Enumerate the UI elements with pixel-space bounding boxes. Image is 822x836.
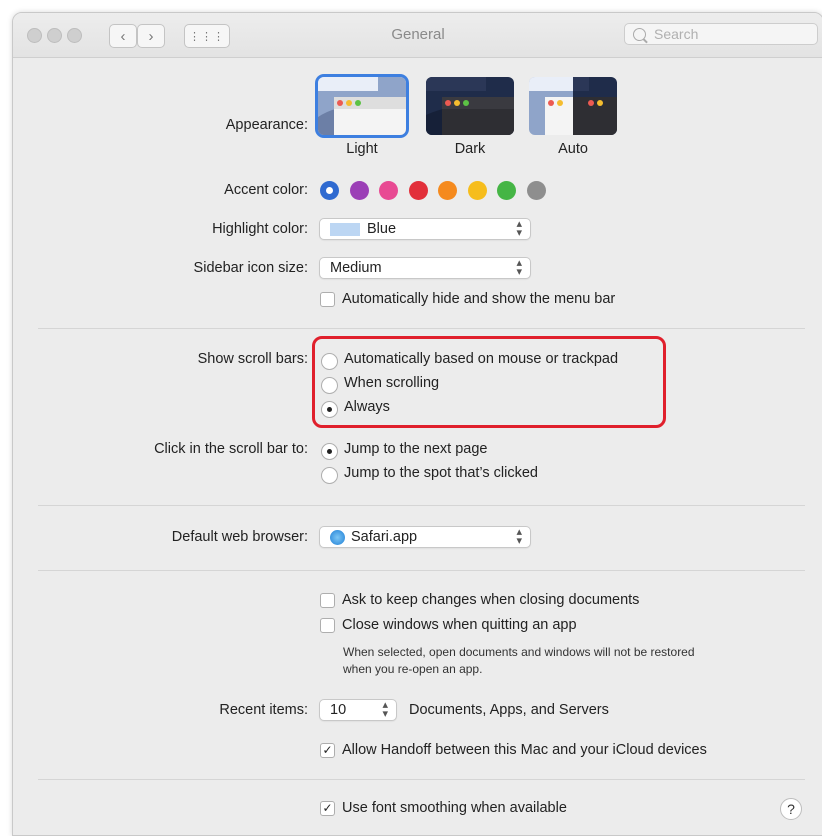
safari-icon bbox=[330, 529, 345, 545]
appearance-dark-thumbnail[interactable] bbox=[426, 77, 514, 135]
highlight-color-label: Highlight color: bbox=[212, 221, 308, 237]
appearance-auto-caption: Auto bbox=[558, 141, 588, 157]
popup-chevron-icon: ▴ ▾ bbox=[516, 526, 522, 547]
handoff-label: Allow Handoff between this Mac and your … bbox=[342, 742, 707, 758]
dark-appearance-preview bbox=[426, 77, 514, 135]
recent-items-suffix: Documents, Apps, and Servers bbox=[409, 702, 609, 718]
accent-swatch-0[interactable] bbox=[320, 181, 339, 200]
ask-keep-changes-checkbox[interactable] bbox=[320, 593, 335, 608]
popup-chevron-icon: ▴ ▾ bbox=[382, 699, 388, 720]
red-annotation-box bbox=[312, 336, 666, 428]
close-windows-checkbox[interactable] bbox=[320, 618, 335, 633]
title-bar: ‹ › ⋮⋮⋮ General Search bbox=[13, 13, 822, 58]
appearance-light-thumbnail[interactable] bbox=[318, 77, 406, 135]
highlight-swatch bbox=[330, 222, 360, 236]
jump-next-page-radio[interactable] bbox=[321, 443, 338, 460]
accent-swatch-3[interactable] bbox=[408, 181, 428, 200]
note-line-2: when you re-open an app. bbox=[343, 662, 483, 676]
search-placeholder: Search bbox=[654, 26, 699, 42]
menubar-checkbox-label: Automatically hide and show the menu bar bbox=[342, 291, 616, 307]
preferences-window: ‹ › ⋮⋮⋮ General Search Appearance: Light… bbox=[12, 12, 822, 836]
recent-items-value: 10 bbox=[330, 702, 347, 718]
accent-swatch-2[interactable] bbox=[379, 181, 398, 200]
jump-next-page-label: Jump to the next page bbox=[344, 441, 488, 457]
recent-items-popup[interactable]: 10 ▴ ▾ bbox=[319, 699, 397, 721]
menubar-checkbox[interactable] bbox=[320, 292, 335, 307]
auto-appearance-preview bbox=[529, 77, 617, 135]
highlight-color-value: Blue bbox=[367, 221, 397, 237]
close-windows-label: Close windows when quitting an app bbox=[342, 617, 577, 633]
popup-chevron-icon: ▴ ▾ bbox=[516, 257, 522, 278]
separator bbox=[38, 505, 805, 506]
appearance-label: Appearance: bbox=[225, 117, 308, 133]
separator bbox=[38, 570, 805, 571]
font-smoothing-checkbox[interactable]: ✓ bbox=[320, 801, 335, 816]
checkmark-icon: ✓ bbox=[322, 743, 333, 757]
recent-items-label: Recent items: bbox=[219, 702, 308, 718]
separator bbox=[38, 328, 805, 329]
jump-to-spot-radio[interactable] bbox=[321, 467, 338, 484]
ask-keep-changes-label: Ask to keep changes when closing documen… bbox=[342, 592, 640, 608]
default-browser-value: Safari.app bbox=[351, 529, 418, 545]
accent-swatch-6[interactable] bbox=[497, 181, 516, 200]
close-windows-note: When selected, open documents and window… bbox=[343, 644, 783, 678]
show-scroll-bars-label: Show scroll bars: bbox=[197, 351, 308, 367]
appearance-auto-thumbnail[interactable] bbox=[529, 77, 617, 135]
popup-chevron-icon: ▴ ▾ bbox=[516, 218, 522, 239]
checkmark-icon: ✓ bbox=[322, 801, 333, 815]
search-field[interactable]: Search bbox=[624, 23, 818, 45]
accent-color-label: Accent color: bbox=[224, 182, 308, 198]
highlight-color-popup[interactable]: Blue ▴ ▾ bbox=[319, 218, 531, 240]
click-scroll-bar-label: Click in the scroll bar to: bbox=[154, 441, 308, 457]
font-smoothing-label: Use font smoothing when available bbox=[342, 800, 567, 816]
accent-swatch-4[interactable] bbox=[438, 181, 457, 200]
default-browser-popup[interactable]: Safari.app ▴ ▾ bbox=[319, 526, 531, 548]
light-appearance-preview bbox=[318, 77, 406, 135]
note-line-1: When selected, open documents and window… bbox=[343, 645, 695, 659]
accent-swatch-5[interactable] bbox=[467, 181, 487, 200]
default-browser-label: Default web browser: bbox=[171, 529, 308, 545]
search-icon bbox=[633, 27, 646, 41]
separator bbox=[38, 779, 805, 780]
appearance-light-caption: Light bbox=[346, 141, 378, 157]
sidebar-icon-size-value: Medium bbox=[330, 260, 382, 276]
help-button[interactable]: ? bbox=[780, 798, 802, 820]
sidebar-icon-size-popup[interactable]: Medium ▴ ▾ bbox=[319, 257, 531, 279]
appearance-dark-caption: Dark bbox=[454, 141, 486, 157]
accent-swatch-7[interactable] bbox=[526, 181, 546, 200]
jump-to-spot-label: Jump to the spot that’s clicked bbox=[344, 465, 538, 481]
accent-swatch-1[interactable] bbox=[349, 181, 369, 200]
sidebar-icon-size-label: Sidebar icon size: bbox=[193, 260, 308, 276]
handoff-checkbox[interactable]: ✓ bbox=[320, 743, 335, 758]
